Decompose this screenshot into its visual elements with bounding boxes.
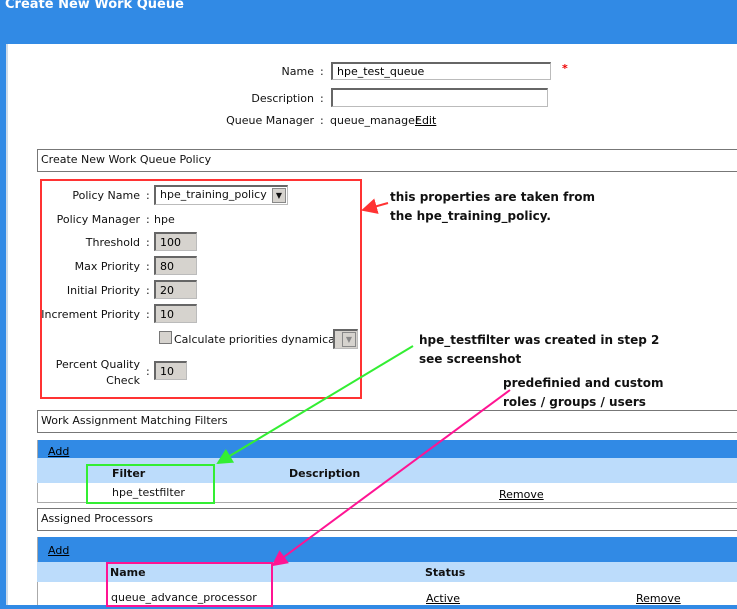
- annotation-arrows: [216, 198, 511, 567]
- pink-arrow: [271, 389, 511, 567]
- green-arrow: [216, 345, 414, 465]
- red-arrow: [361, 198, 389, 214]
